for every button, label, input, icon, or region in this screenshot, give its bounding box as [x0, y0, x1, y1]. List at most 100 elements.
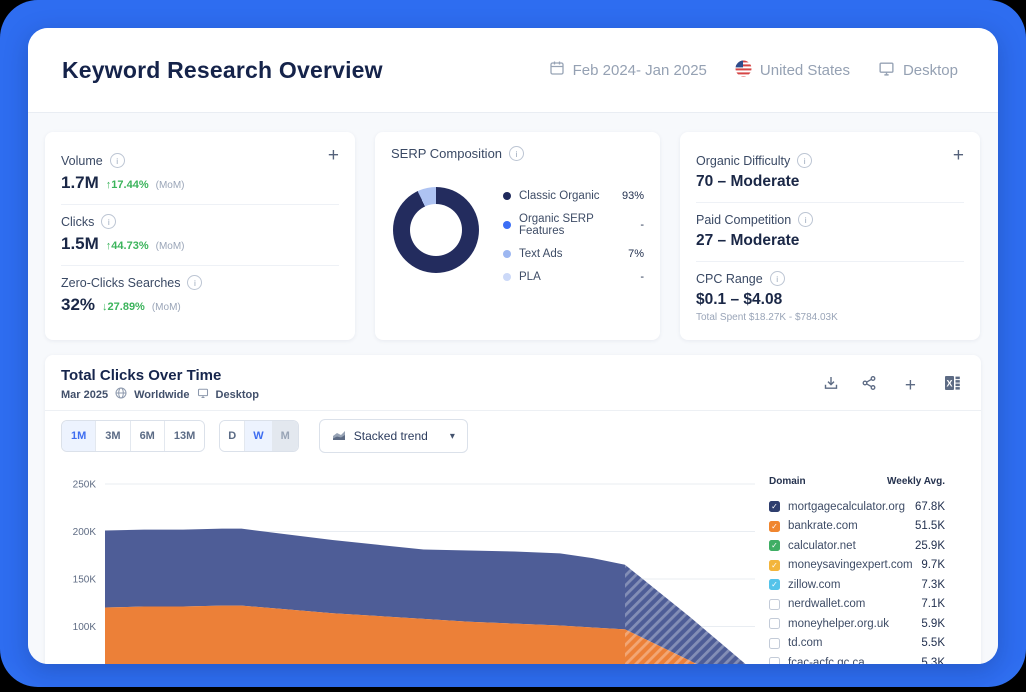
metric-note: Total Spent $18.27K - $784.03K [696, 312, 964, 323]
domain-label: calculator.net [788, 540, 856, 552]
metric-period: (MoM) [156, 241, 185, 252]
table-row[interactable]: ✓bankrate.com51.5K [769, 517, 945, 537]
difficulty-card: + Organic Difficultyi70 – ModeratePaid C… [680, 132, 980, 340]
trend-type-dropdown[interactable]: Stacked trend ▾ [319, 419, 468, 453]
table-row[interactable]: ✓mortgagecalculator.org67.8K [769, 497, 945, 517]
difficulty-list: Organic Difficultyi70 – ModeratePaid Com… [696, 144, 964, 334]
serp-card-title: SERP Composition [391, 146, 502, 161]
range-button-13m[interactable]: 13M [164, 421, 204, 451]
legend-checkbox[interactable]: ✓ [769, 560, 780, 571]
serp-legend-item[interactable]: Organic SERP Features- [503, 213, 644, 237]
domain-label: fcac-acfc.gc.ca [788, 657, 865, 664]
legend-checkbox[interactable]: ✓ [769, 540, 780, 551]
metric-change: ↑17.44% [106, 179, 149, 191]
domain-label: bankrate.com [788, 520, 858, 532]
weekly-avg-value: 25.9K [915, 540, 945, 552]
serp-legend-value: 7% [628, 248, 644, 260]
trend-dropdown-label: Stacked trend [354, 429, 428, 443]
legend-color-dot [503, 273, 511, 281]
serp-legend-value: 93% [622, 190, 644, 202]
metric-value: $0.1 – $4.08 [696, 291, 782, 309]
info-icon[interactable]: i [797, 153, 812, 168]
info-icon[interactable]: i [101, 214, 116, 229]
table-row[interactable]: ✓zillow.com7.3K [769, 575, 945, 595]
legend-checkbox[interactable]: ✓ [769, 521, 780, 532]
add-metric-button[interactable]: + [951, 144, 966, 167]
serp-legend-item[interactable]: Text Ads7% [503, 248, 644, 260]
svg-text:200K: 200K [73, 527, 97, 538]
granularity-button-w[interactable]: W [244, 421, 271, 451]
metric-label: Zero-Clicks Searches [61, 276, 180, 290]
app-panel: Keyword Research Overview Feb 2024- Jan … [28, 28, 998, 664]
domain-label: mortgagecalculator.org [788, 501, 905, 513]
serp-legend-label: Classic Organic [519, 190, 600, 202]
domain-legend-table: Domain Weekly Avg. ✓mortgagecalculator.o… [769, 461, 981, 664]
domain-label: nerdwallet.com [788, 598, 865, 610]
table-row[interactable]: nerdwallet.com 7.1K [769, 595, 945, 615]
range-button-6m[interactable]: 6M [130, 421, 164, 451]
serp-legend-item[interactable]: Classic Organic 93% [503, 190, 644, 202]
granularity-button-group: DWM [219, 420, 299, 452]
share-icon[interactable] [861, 375, 877, 396]
legend-checkbox[interactable] [769, 599, 780, 610]
chart-device-label: Desktop [216, 389, 259, 401]
svg-text:150K: 150K [73, 575, 97, 586]
country-filter[interactable]: United States [735, 60, 850, 81]
date-range-label: Feb 2024- Jan 2025 [573, 62, 707, 79]
date-range-filter[interactable]: Feb 2024- Jan 2025 [549, 60, 707, 80]
device-filter[interactable]: Desktop [878, 60, 958, 81]
range-button-1m[interactable]: 1M [62, 421, 95, 451]
info-icon[interactable]: i [798, 212, 813, 227]
weekly-avg-value: 7.1K [921, 598, 945, 610]
domain-label: moneysavingexpert.com [788, 559, 913, 571]
table-row[interactable]: moneyhelper.org.uk5.9K [769, 614, 945, 634]
info-icon[interactable]: i [509, 146, 524, 161]
legend-checkbox[interactable]: ✓ [769, 501, 780, 512]
legend-checkbox[interactable] [769, 638, 780, 649]
legend-checkbox[interactable] [769, 618, 780, 629]
device-label: Desktop [903, 62, 958, 79]
excel-export-icon[interactable]: X [944, 375, 961, 396]
weekly-avg-value: 5.5K [921, 637, 945, 649]
total-clicks-card: Total Clicks Over Time Mar 2025 Worldwid… [45, 355, 981, 664]
clicks-area-chart: 250K200K150K100K [45, 461, 769, 664]
metric-value: 1.7M [61, 173, 99, 193]
chart-header: Total Clicks Over Time Mar 2025 Worldwid… [45, 355, 981, 411]
legend-color-dot [503, 192, 511, 200]
add-to-dashboard-button[interactable]: + [899, 375, 922, 396]
range-button-group: 1M3M6M13M [61, 420, 205, 452]
desktop-icon [878, 60, 895, 81]
weekly-avg-value: 9.7K [921, 559, 945, 571]
chart-region-label: Worldwide [134, 389, 189, 401]
legend-checkbox[interactable] [769, 657, 780, 664]
info-icon[interactable]: i [110, 153, 125, 168]
serp-legend: Classic Organic 93% Organic SERP Features-… [503, 190, 646, 294]
metric-change: ↓27.89% [102, 301, 145, 313]
metric-label: CPC Range [696, 272, 763, 286]
serp-legend-item[interactable]: PLA- [503, 271, 644, 283]
table-row[interactable]: ✓ moneysavingexpert.com 9.7K [769, 556, 945, 576]
table-row[interactable]: td.com5.5K [769, 634, 945, 654]
metric-item: CPC Range i $0.1 – $4.08 Total Spent $18.27… [696, 261, 964, 334]
page-title: Keyword Research Overview [62, 57, 383, 84]
metric-item: Zero-Clicks Searchesi32%↓27.89%(MoM) [61, 265, 339, 326]
serp-legend-value: - [640, 271, 644, 283]
serp-legend-value: - [640, 219, 644, 231]
granularity-button-d[interactable]: D [220, 421, 244, 451]
serp-content: Classic Organic 93% Organic SERP Features-… [391, 187, 646, 294]
range-button-3m[interactable]: 3M [95, 421, 129, 451]
add-metric-button[interactable]: + [326, 144, 341, 167]
download-icon[interactable] [823, 375, 839, 396]
info-icon[interactable]: i [187, 275, 202, 290]
metric-label: Volume [61, 154, 103, 168]
legend-checkbox[interactable]: ✓ [769, 579, 780, 590]
info-icon[interactable]: i [770, 271, 785, 286]
table-row[interactable]: fcac-acfc.gc.ca5.3K [769, 653, 945, 664]
metric-period: (MoM) [152, 302, 181, 313]
granularity-button-m[interactable]: M [272, 421, 298, 451]
legend-color-dot [503, 221, 511, 229]
table-row[interactable]: ✓ calculator.net 25.9K [769, 536, 945, 556]
country-label: United States [760, 62, 850, 79]
stacked-area-plot[interactable]: 250K200K150K100K [45, 461, 769, 664]
globe-icon [115, 387, 127, 402]
